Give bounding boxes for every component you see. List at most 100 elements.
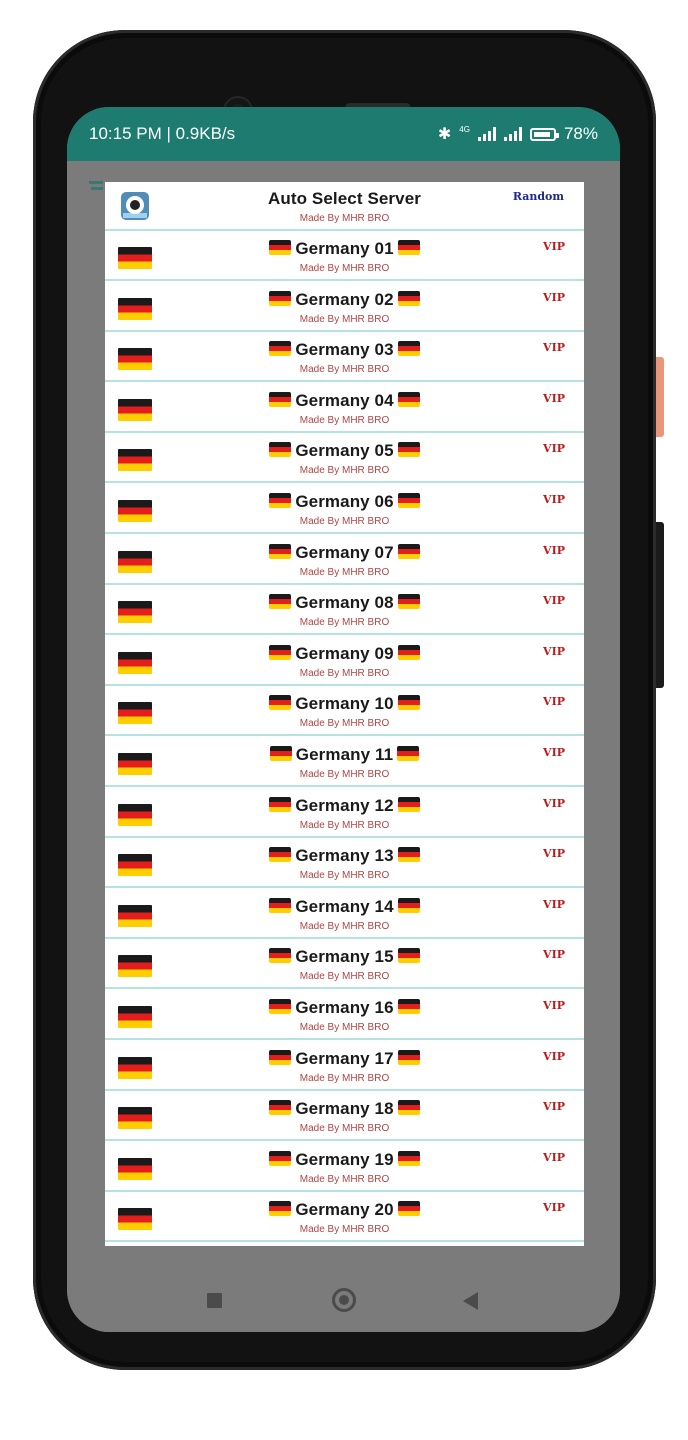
germany-flag-icon — [269, 897, 292, 913]
germany-flag-icon — [397, 948, 420, 964]
triangle-back-icon[interactable] — [463, 1292, 478, 1310]
germany-flag-icon — [269, 543, 292, 559]
server-row[interactable]: Germany 16 Made By MHR BRO VIP — [105, 991, 584, 1040]
germany-flag-icon — [397, 644, 420, 660]
server-title: Germany 15 — [105, 947, 584, 967]
server-subtitle: Made By MHR BRO — [299, 769, 390, 780]
server-row[interactable]: Germany 11 Made By MHR BRO VIP — [105, 738, 584, 787]
germany-flag-icon — [397, 796, 420, 812]
square-icon[interactable] — [207, 1293, 222, 1308]
server-title: Germany 03 — [105, 340, 584, 360]
server-title: Germany 16 — [105, 998, 584, 1018]
navigation-bar — [67, 1267, 620, 1332]
vip-badge: VIP — [543, 1201, 565, 1215]
server-row[interactable]: Germany 19 Made By MHR BRO VIP — [105, 1142, 584, 1192]
server-subtitle: Made By MHR BRO — [299, 1123, 390, 1135]
server-name: Germany 02 — [295, 289, 394, 309]
server-subtitle: Made By MHR BRO — [299, 1224, 390, 1236]
status-bar: 10:15 PM | 0.9KB/s ✱ 4G 78% — [67, 107, 620, 161]
vip-badge: VIP — [543, 695, 565, 709]
server-row[interactable]: Germany 08 Made By MHR BRO VIP — [105, 586, 584, 636]
germany-flag-icon — [269, 391, 292, 407]
server-subtitle: Made By MHR BRO — [299, 718, 390, 730]
germany-flag-icon — [397, 695, 420, 711]
server-name: Germany 05 — [295, 441, 394, 461]
vip-badge: VIP — [543, 442, 565, 456]
server-subtitle: Made By MHR BRO — [299, 819, 390, 831]
server-row[interactable]: Germany 12 Made By MHR BRO VIP — [105, 788, 584, 838]
server-name: Germany 18 — [295, 1099, 394, 1119]
signal-icon — [477, 127, 496, 141]
germany-flag-icon — [269, 847, 292, 863]
germany-flag-icon — [397, 493, 420, 509]
germany-flag-icon — [397, 847, 420, 863]
server-name: Germany 04 — [295, 390, 394, 410]
server-title: Germany 18 — [105, 1099, 584, 1119]
server-row[interactable]: Germany 05 Made By MHR BRO VIP — [105, 434, 584, 484]
server-row[interactable]: Germany 07 Made By MHR BRO VIP — [105, 535, 584, 585]
server-subtitle: Made By MHR BRO — [299, 516, 390, 527]
battery-percent: 78% — [563, 124, 598, 143]
server-row[interactable]: Germany 20 Made By MHR BRO VIP — [105, 1193, 584, 1243]
server-name: Germany 12 — [295, 795, 394, 815]
server-row[interactable]: Germany 13 Made By MHR BRO VIP — [105, 839, 584, 889]
server-name: Germany 11 — [295, 745, 394, 764]
server-row[interactable]: Germany 01 Made By MHR BRO VIP — [105, 232, 584, 281]
server-row[interactable]: Germany 10 Made By MHR BRO VIP — [105, 687, 584, 737]
server-title: Germany 02 — [105, 290, 584, 310]
germany-flag-icon — [397, 543, 420, 559]
germany-flag-icon — [397, 442, 420, 458]
server-title: Germany 06 — [105, 492, 584, 512]
server-row[interactable]: Germany 04 Made By MHR BRO VIP — [105, 383, 584, 433]
auto-select-row[interactable]: Auto Select Server Made By MHR BRO Rando… — [105, 182, 584, 231]
server-row[interactable]: Germany 03 Made By MHR BRO VIP — [105, 333, 584, 383]
server-title: Germany 09 — [105, 644, 584, 664]
vip-badge: VIP — [543, 290, 565, 304]
vip-badge: VIP — [543, 746, 565, 759]
germany-flag-icon — [397, 1150, 420, 1166]
server-name: Germany 19 — [295, 1149, 394, 1169]
battery-icon — [529, 127, 559, 141]
germany-flag-icon — [269, 796, 292, 812]
server-row[interactable]: Germany 06 Made By MHR BRO VIP — [105, 485, 584, 534]
server-title: Germany 01 — [105, 239, 584, 259]
random-badge: Random — [512, 190, 564, 203]
germany-flag-icon — [269, 746, 292, 762]
server-row[interactable]: Germany 18 Made By MHR BRO VIP — [105, 1092, 584, 1142]
server-row[interactable]: Germany 14 Made By MHR BRO VIP — [105, 889, 584, 939]
server-row[interactable]: Germany 02 Made By MHR BRO VIP — [105, 282, 584, 332]
server-title: Germany 12 — [105, 796, 584, 816]
vip-badge: VIP — [543, 594, 565, 608]
server-row[interactable]: Germany 09 Made By MHR BRO VIP — [105, 636, 584, 686]
status-icons: ✱ 4G 78% — [438, 107, 598, 161]
server-title: Germany 07 — [105, 543, 584, 563]
vip-badge: VIP — [543, 1100, 565, 1114]
server-row[interactable]: Germany 15 Made By MHR BRO VIP — [105, 940, 584, 990]
server-name: Germany 13 — [295, 846, 394, 866]
server-title: Germany 14 — [105, 897, 584, 917]
vip-badge: VIP — [543, 897, 565, 911]
server-name: Germany 03 — [295, 340, 394, 360]
circle-icon[interactable] — [332, 1288, 356, 1312]
germany-flag-icon — [397, 1100, 420, 1116]
germany-flag-icon — [269, 695, 292, 711]
vip-badge: VIP — [543, 847, 565, 861]
vip-badge: VIP — [543, 948, 565, 962]
server-subtitle: Made By MHR BRO — [299, 971, 390, 983]
server-name: Germany 06 — [295, 492, 394, 511]
germany-flag-icon — [397, 290, 420, 306]
germany-flag-icon — [397, 999, 420, 1015]
menu-icon — [89, 181, 103, 184]
germany-flag-icon — [269, 644, 292, 660]
server-title: Germany 11 — [105, 745, 584, 765]
server-subtitle: Made By MHR BRO — [299, 617, 390, 629]
server-subtitle: Made By MHR BRO — [299, 1072, 390, 1084]
server-title: Germany 04 — [105, 391, 584, 411]
server-row[interactable]: Germany 17 Made By MHR BRO VIP — [105, 1041, 584, 1091]
germany-flag-icon — [397, 897, 420, 913]
germany-flag-icon — [269, 948, 292, 964]
germany-flag-icon — [269, 594, 292, 610]
power-button — [656, 357, 664, 437]
vip-badge: VIP — [543, 391, 565, 405]
server-name: Germany 14 — [295, 896, 394, 916]
